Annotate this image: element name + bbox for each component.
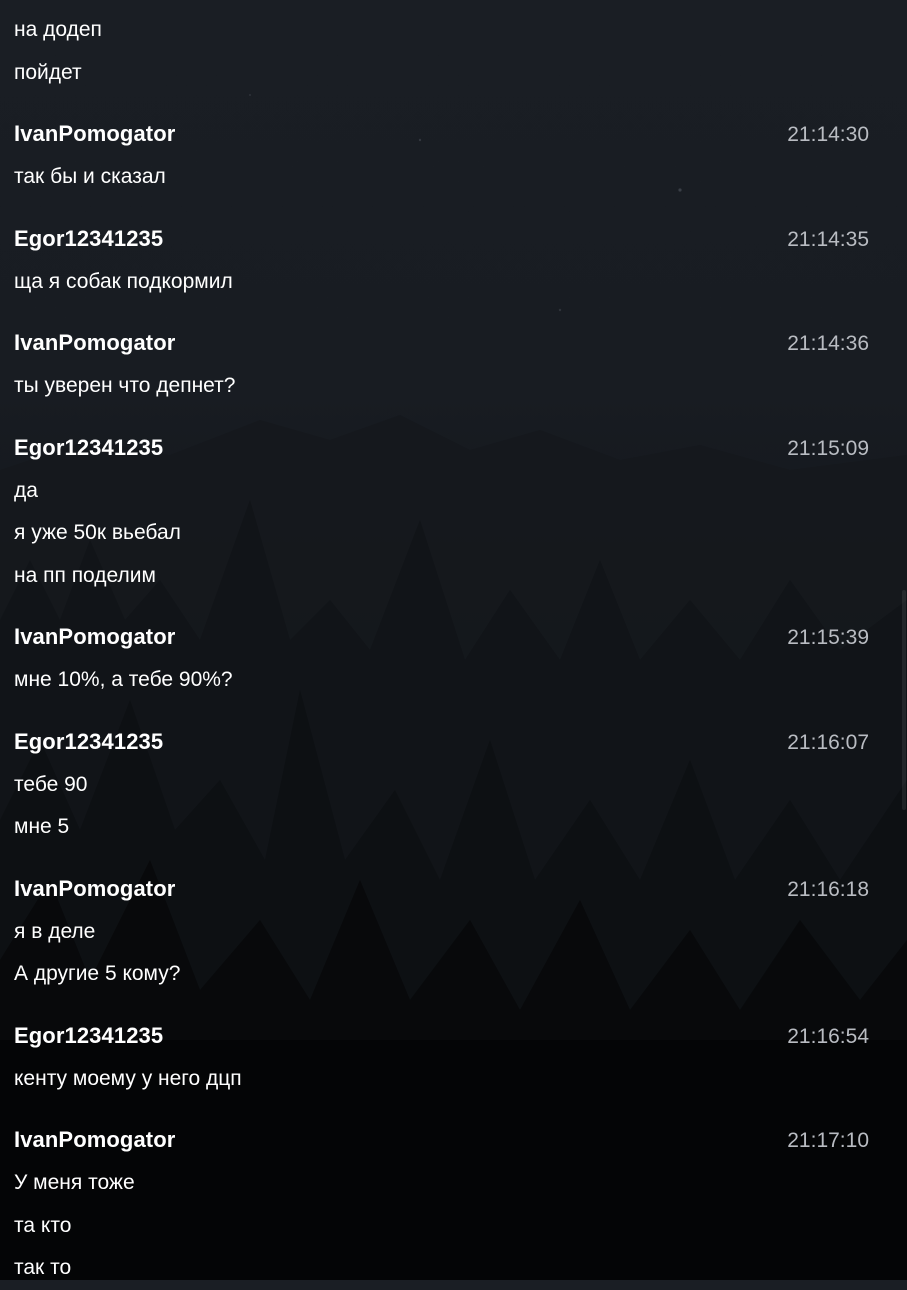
- message-line: мне 5: [14, 815, 70, 838]
- message-header: IvanPomogator 21:14:30: [14, 112, 869, 156]
- message-line: я уже 50к вьебал: [14, 521, 181, 544]
- chat-message: Egor12341235 21:16:54 кенту моему у него…: [14, 1014, 869, 1101]
- message-timestamp: 21:15:09: [787, 436, 869, 460]
- message-gap: [14, 94, 869, 112]
- message-line: У меня тоже: [14, 1171, 135, 1194]
- message-timestamp: 21:14:35: [787, 227, 869, 251]
- message-gap: [14, 303, 869, 321]
- message-gap: [14, 199, 869, 217]
- chat-message: IvanPomogator 21:15:39 мне 10%, а тебе 9…: [14, 615, 869, 702]
- chat-message: IvanPomogator 21:14:36 ты уверен что деп…: [14, 321, 869, 408]
- message-line: на пп поделим: [14, 563, 156, 587]
- message-author[interactable]: IvanPomogator: [14, 321, 175, 365]
- message-line: тебе 90: [14, 772, 88, 796]
- message-timestamp: 21:17:10: [787, 1129, 869, 1152]
- message-author[interactable]: IvanPomogator: [14, 615, 175, 659]
- message-line: пойдет: [14, 60, 82, 84]
- message-timestamp: 21:16:18: [787, 877, 869, 901]
- chat-log: на додеп пойдет IvanPomogator 21:14:30 т…: [0, 0, 907, 1290]
- message-header: Egor12341235 21:16:07: [14, 720, 869, 764]
- message-timestamp: 21:16:07: [787, 730, 869, 754]
- message-header: IvanPomogator 21:16:18: [14, 867, 869, 911]
- message-header: Egor12341235 21:14:35: [14, 217, 869, 261]
- message-line: та кто: [14, 1213, 72, 1237]
- message-author[interactable]: Egor12341235: [14, 720, 163, 764]
- scrollbar[interactable]: [901, 0, 907, 1280]
- message-gap: [14, 702, 869, 720]
- scrollbar-thumb[interactable]: [902, 590, 906, 810]
- message-header: Egor12341235 21:15:09: [14, 426, 869, 470]
- message-header: IvanPomogator 21:14:36: [14, 321, 869, 365]
- chat-previous-lines: на додеп пойдет: [14, 0, 869, 94]
- chat-message: Egor12341235 21:14:35 ща я собак подкорм…: [14, 217, 869, 304]
- message-line: так бы и сказал: [14, 165, 166, 188]
- message-line: кенту моему у него дцп: [14, 1066, 242, 1090]
- message-author[interactable]: IvanPomogator: [14, 867, 175, 911]
- message-author[interactable]: Egor12341235: [14, 1014, 163, 1058]
- message-gap: [14, 996, 869, 1014]
- message-line: мне 10%, а тебе 90%?: [14, 668, 233, 691]
- message-gap: [14, 1100, 869, 1118]
- chat-message: Egor12341235 21:16:07 тебе 90 мне 5: [14, 720, 869, 849]
- message-line: А другие 5 кому?: [14, 962, 181, 985]
- chat-message: IvanPomogator 21:14:30 так бы и сказал: [14, 112, 869, 199]
- message-gap: [14, 597, 869, 615]
- message-line: ты уверен что депнет?: [14, 374, 236, 397]
- message-gap: [14, 408, 869, 426]
- message-timestamp: 21:16:54: [787, 1024, 869, 1048]
- message-timestamp: 21:15:39: [787, 626, 869, 649]
- message-line: так то: [14, 1256, 72, 1279]
- message-author[interactable]: Egor12341235: [14, 217, 163, 261]
- message-line: да: [14, 478, 38, 502]
- message-timestamp: 21:14:36: [787, 332, 869, 355]
- message-header: Egor12341235 21:16:54: [14, 1014, 869, 1058]
- message-author[interactable]: IvanPomogator: [14, 1118, 175, 1162]
- message-author[interactable]: IvanPomogator: [14, 112, 175, 156]
- message-line: ща я собак подкормил: [14, 269, 233, 293]
- message-author[interactable]: Egor12341235: [14, 426, 163, 470]
- message-timestamp: 21:14:30: [787, 123, 869, 146]
- chat-message: IvanPomogator 21:17:10 У меня тоже та кт…: [14, 1118, 869, 1290]
- message-header: IvanPomogator 21:17:10: [14, 1118, 869, 1162]
- message-header: IvanPomogator 21:15:39: [14, 615, 869, 659]
- message-line: на додеп: [14, 18, 102, 41]
- message-gap: [14, 849, 869, 867]
- chat-message: IvanPomogator 21:16:18 я в деле А другие…: [14, 867, 869, 996]
- chat-message: Egor12341235 21:15:09 да я уже 50к вьеба…: [14, 426, 869, 598]
- message-line: я в деле: [14, 919, 96, 943]
